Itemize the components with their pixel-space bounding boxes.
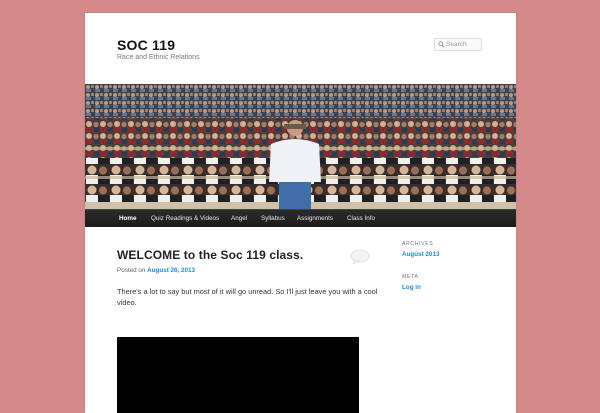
- posted-on-label: Posted on: [117, 267, 146, 274]
- post-content: There's a lot to say but most of it will…: [117, 287, 378, 307]
- login-link[interactable]: Log in: [402, 284, 421, 291]
- meta-widget-title: META: [402, 274, 419, 280]
- header-image: [85, 84, 516, 209]
- archives-widget-title: ARCHIVES: [402, 241, 434, 247]
- nav-item-class-info[interactable]: Class Info: [347, 210, 375, 227]
- archive-link-august-2013[interactable]: August 2013: [402, 251, 439, 258]
- search-input[interactable]: [446, 39, 480, 50]
- nav-item-syllabus[interactable]: Syllabus: [261, 210, 285, 227]
- nav-item-assignments[interactable]: Assignments: [297, 210, 333, 227]
- post-title[interactable]: WELCOME to the Soc 119 class.: [117, 248, 303, 262]
- post-date-link[interactable]: August 26, 2013: [147, 267, 195, 274]
- nav-item-home[interactable]: Home: [119, 210, 137, 227]
- main-navigation: Home Quiz Readings & Videos Angel Syllab…: [85, 209, 516, 227]
- comment-bubble-icon[interactable]: [350, 249, 370, 265]
- search-box[interactable]: [434, 38, 482, 51]
- magnifier-icon: [438, 41, 445, 48]
- site-title[interactable]: SOC 119: [117, 37, 175, 53]
- nav-item-angel[interactable]: Angel: [231, 210, 247, 227]
- post-meta: Posted on August 26, 2013: [117, 267, 195, 274]
- nav-item-quiz-readings-videos[interactable]: Quiz Readings & Videos: [151, 210, 219, 227]
- site-description: Race and Ethnic Relations: [117, 54, 200, 61]
- page-container: SOC 119 Race and Ethnic Relations Search…: [85, 13, 516, 413]
- embedded-video[interactable]: [117, 337, 359, 413]
